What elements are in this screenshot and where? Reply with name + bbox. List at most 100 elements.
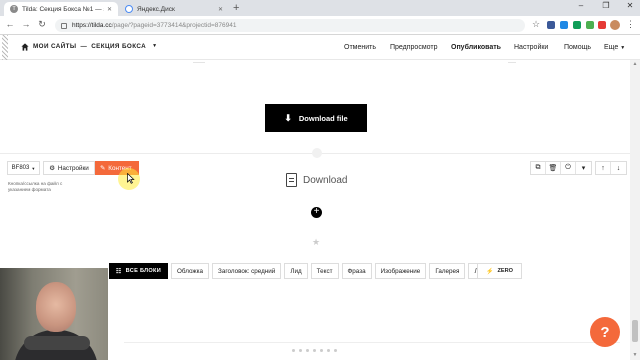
- scroll-up-icon[interactable]: ▲: [631, 61, 639, 67]
- category-image[interactable]: Изображение: [374, 263, 427, 279]
- publish-button[interactable]: Опубликовать: [451, 44, 501, 51]
- help-menu-button[interactable]: Помощь: [564, 44, 591, 51]
- category-phrase[interactable]: Фраза: [341, 263, 372, 279]
- download-icon: ⬇: [284, 112, 292, 123]
- gear-icon: ⚙: [49, 164, 55, 172]
- download-file-label: Download file: [298, 113, 348, 123]
- yandex-disk-favicon-icon: [125, 5, 133, 13]
- tilda-favicon-icon: T: [10, 5, 18, 13]
- download-file-button[interactable]: ⬇ Download file: [265, 104, 367, 132]
- browser-tab-title: Яндекс.Диск: [137, 5, 175, 13]
- close-tab-icon[interactable]: ✕: [218, 6, 223, 13]
- bottom-panel: [124, 342, 620, 360]
- move-up-icon[interactable]: ↑: [596, 162, 611, 174]
- divider: [193, 62, 205, 63]
- help-chat-button[interactable]: ?: [590, 317, 620, 347]
- block-settings-label: Настройки: [57, 164, 89, 172]
- move-down-icon[interactable]: ↓: [611, 162, 626, 174]
- back-icon[interactable]: ←: [4, 19, 16, 29]
- page-scrollbar[interactable]: [630, 60, 640, 360]
- browser-tab-tilda[interactable]: T Tilda: Секция Бокса №1 — зан ✕: [4, 2, 118, 16]
- zero-block-button[interactable]: ⚡ ZERO: [477, 263, 522, 279]
- block-library-bar: ☷ ВСЕ БЛОКИ Обложка Заголовок: средний Л…: [109, 263, 499, 279]
- preview-button[interactable]: Предпросмотр: [390, 44, 437, 51]
- pager-dot: [292, 349, 295, 352]
- more-menu-button[interactable]: Еще ▼: [604, 44, 625, 51]
- block-id-label: BF803: [11, 165, 30, 171]
- extension-icon-4[interactable]: [586, 21, 594, 29]
- category-cover[interactable]: Обложка: [171, 263, 210, 279]
- block-description: Кнопка/ссылка на файл с указанием формат…: [8, 181, 63, 192]
- block-actions-group: ⧉ 🗑 ⏻ ▾: [530, 161, 592, 175]
- breadcrumb-project[interactable]: СЕКЦИЯ БОКСА: [91, 43, 146, 50]
- category-gallery[interactable]: Галерея: [429, 263, 466, 279]
- breadcrumb: МОИ САЙТЫ — СЕКЦИЯ БОКСА ▼: [33, 43, 157, 50]
- add-block-icon[interactable]: +: [311, 207, 322, 218]
- webcam-person-head: [36, 282, 76, 332]
- maximize-button[interactable]: ❐: [599, 1, 613, 10]
- help-chat-label: ?: [600, 323, 610, 341]
- panel-grip: [2, 35, 8, 60]
- address-bar-input[interactable]: https://tilda.cc /page/?pageid=3773414&p…: [55, 19, 525, 32]
- forward-icon[interactable]: →: [20, 19, 32, 29]
- breadcrumb-my-sites[interactable]: МОИ САЙТЫ: [33, 43, 77, 50]
- power-icon[interactable]: ⏻: [561, 162, 576, 174]
- settings-button[interactable]: Настройки: [514, 44, 548, 51]
- chevron-down-icon[interactable]: ▾: [576, 162, 591, 174]
- browser-tab-title: Tilda: Секция Бокса №1 — зан: [22, 5, 104, 13]
- duplicate-icon[interactable]: ⧉: [531, 162, 546, 174]
- category-heading-medium[interactable]: Заголовок: средний: [212, 263, 282, 279]
- scroll-down-icon[interactable]: ▼: [631, 352, 639, 358]
- browser-tab-strip: T Tilda: Секция Бокса №1 — зан ✕ Яндекс.…: [0, 0, 640, 16]
- trash-icon[interactable]: 🗑: [546, 162, 561, 174]
- category-text[interactable]: Текст: [310, 263, 339, 279]
- all-blocks-button[interactable]: ☷ ВСЕ БЛОКИ: [109, 263, 168, 279]
- bottom-pager: [292, 349, 337, 352]
- url-path: /page/?pageid=3773414&projectid=876941: [111, 22, 237, 29]
- reload-icon[interactable]: ↻: [36, 19, 48, 30]
- extension-icon-2[interactable]: [560, 21, 568, 29]
- extension-icon-1[interactable]: [547, 21, 555, 29]
- zero-block-label: ZERO: [497, 268, 514, 274]
- home-icon[interactable]: [21, 43, 29, 51]
- zero-block-icon: ⚡: [485, 268, 494, 275]
- profile-avatar[interactable]: [610, 20, 620, 30]
- chevron-down-icon: ▼: [620, 45, 626, 51]
- extension-icon-3[interactable]: [573, 21, 581, 29]
- headphones: [24, 336, 90, 350]
- tilda-editor-header: МОИ САЙТЫ — СЕКЦИЯ БОКСА ▼ Отменить Пред…: [0, 35, 640, 60]
- new-tab-button[interactable]: +: [233, 2, 239, 14]
- close-window-button[interactable]: ✕: [623, 1, 637, 10]
- pencil-icon: ✎: [100, 164, 106, 172]
- star-icon: ★: [312, 237, 321, 247]
- breadcrumb-separator: —: [80, 43, 88, 50]
- category-lead[interactable]: Лид: [284, 263, 308, 279]
- lock-icon: [61, 22, 67, 29]
- browser-menu-icon[interactable]: ⋮: [626, 19, 635, 30]
- chevron-down-icon[interactable]: ▼: [152, 43, 157, 50]
- undo-button[interactable]: Отменить: [344, 44, 376, 51]
- pager-dot: [320, 349, 323, 352]
- pager-dot: [327, 349, 330, 352]
- grid-icon: ☷: [115, 268, 122, 275]
- block-id-dropdown[interactable]: BF803 ▼: [7, 161, 40, 175]
- document-icon: [286, 173, 297, 187]
- scrollbar-thumb[interactable]: [632, 320, 638, 342]
- bookmark-star-icon[interactable]: ☆: [532, 19, 540, 30]
- pager-dot: [334, 349, 337, 352]
- webcam-overlay: [0, 268, 108, 360]
- mouse-cursor-icon: [127, 173, 135, 184]
- download-label: Download: [303, 174, 348, 186]
- browser-tab-yandex-disk[interactable]: Яндекс.Диск ✕: [119, 2, 229, 16]
- more-menu-label: Еще: [604, 44, 619, 51]
- browser-toolbar: ← → ↻ https://tilda.cc /page/?pageid=377…: [0, 16, 640, 35]
- pager-dot: [299, 349, 302, 352]
- close-tab-icon[interactable]: ✕: [107, 6, 112, 13]
- extension-icon-5[interactable]: [598, 21, 606, 29]
- block-move-group: ↑ ↓: [595, 161, 627, 175]
- chevron-down-icon: ▼: [31, 165, 36, 171]
- pager-dot: [306, 349, 309, 352]
- block-settings-button[interactable]: ⚙ Настройки: [43, 161, 95, 175]
- download-file-block[interactable]: Download: [286, 173, 347, 187]
- minimize-button[interactable]: –: [574, 1, 588, 10]
